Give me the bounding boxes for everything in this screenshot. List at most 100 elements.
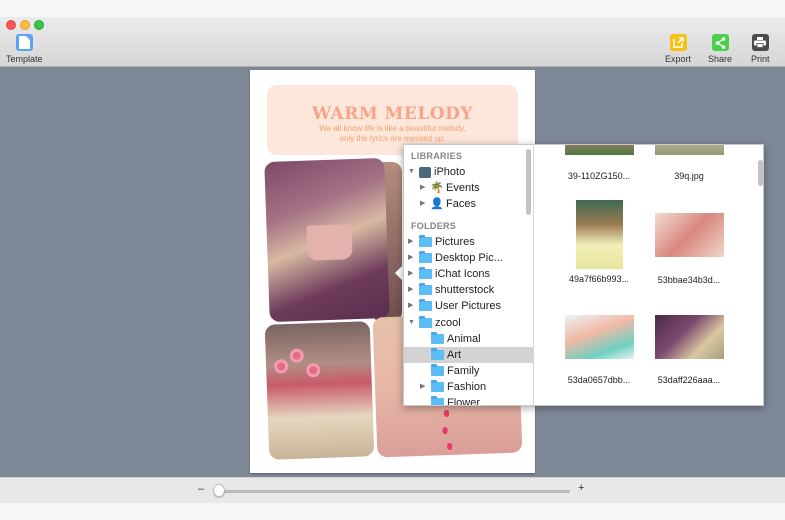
folder-label: shutterstock	[435, 284, 495, 297]
disclosure-collapsed-icon[interactable]: ▶	[408, 250, 413, 266]
folder-item[interactable]: ▶ User Pictures	[404, 298, 533, 314]
palm-tree-icon: 🌴	[430, 182, 444, 195]
zoom-window-button[interactable]	[34, 20, 44, 30]
person-icon: 👤	[430, 198, 444, 211]
folder-item[interactable]: ▶ iChat Icons	[404, 266, 533, 282]
template-button[interactable]: Template	[6, 34, 43, 64]
folder-item[interactable]: Family	[404, 363, 533, 379]
flower-detail	[306, 362, 321, 378]
folder-item[interactable]: Animal	[404, 331, 533, 347]
thumbnail-label: 39q.jpg	[674, 171, 704, 181]
folder-label: User Pictures	[435, 300, 502, 313]
nail-detail	[442, 427, 448, 435]
folder-list: ▶ Pictures ▶ Desktop Pic... ▶ iChat Icons ▶ shu…	[404, 234, 533, 405]
folder-label: Animal	[447, 332, 481, 345]
export-button[interactable]: Export	[665, 34, 691, 64]
library-item-faces[interactable]: ▶ 👤 Faces	[404, 196, 533, 212]
disclosure-collapsed-icon[interactable]: ▶	[408, 234, 413, 250]
zoom-out-button[interactable]: –	[198, 483, 204, 495]
disclosure-collapsed-icon[interactable]: ▶	[420, 196, 425, 212]
folder-icon	[419, 266, 432, 279]
thumbnail-label: 53bbae34b3d...	[657, 275, 721, 285]
thumbnail-item[interactable]: 53bbae34b3d...	[639, 200, 739, 285]
source-list-scrollbar[interactable]	[526, 149, 531, 215]
zoom-slider-track[interactable]	[217, 490, 570, 493]
folder-item[interactable]: ▶ Desktop Pic...	[404, 250, 533, 266]
template-icon	[15, 34, 33, 51]
folder-icon	[419, 283, 432, 296]
folder-icon	[419, 234, 432, 247]
folder-item[interactable]: ▼ zcool	[404, 315, 533, 331]
folder-label: iChat Icons	[435, 267, 491, 280]
thumbnail-item[interactable]: 53daff226aaa...	[639, 315, 739, 385]
folder-icon	[431, 380, 444, 393]
disclosure-expanded-icon[interactable]: ▼	[408, 315, 415, 331]
zoom-bar: – +	[0, 477, 785, 503]
folder-item[interactable]: ▶ Fashion	[404, 379, 533, 395]
photo-slot-cup[interactable]	[264, 157, 390, 323]
thumbnail-item[interactable]: 53da0657dbb...	[549, 315, 649, 385]
page-subtitle-line1: We all know life is like a beautiful mel…	[319, 124, 466, 133]
print-label: Print	[751, 54, 770, 64]
page-subtitle-line2: only the lyrics are messed up.	[339, 134, 446, 143]
thumbnail-image	[564, 315, 634, 359]
library-item-events[interactable]: ▶ 🌴 Events	[404, 180, 533, 196]
share-button[interactable]: Share	[708, 34, 732, 64]
folder-icon	[419, 315, 432, 328]
folder-icon	[419, 299, 432, 312]
share-label: Share	[708, 54, 733, 64]
source-list: LIBRARIES ▼ iPhoto ▶ 🌴 Events ▶ 👤 Faces …	[404, 145, 534, 405]
thumbnail-label: 53da0657dbb...	[567, 375, 631, 385]
folder-label: Fashion	[447, 381, 487, 394]
toolbar: Template Export Share Print	[0, 17, 785, 67]
disclosure-collapsed-icon[interactable]: ▶	[420, 180, 425, 196]
folder-item[interactable]: ▶ Pictures	[404, 234, 533, 250]
folder-icon	[431, 331, 444, 344]
print-icon	[751, 34, 769, 51]
folder-label: Art	[447, 348, 462, 361]
export-label: Export	[665, 54, 692, 64]
folder-label: Family	[447, 365, 480, 378]
cup-image-detail	[306, 224, 353, 261]
folder-label: Desktop Pic...	[435, 251, 503, 264]
library-label: Events	[446, 182, 480, 195]
disclosure-collapsed-icon[interactable]: ▶	[408, 282, 413, 298]
thumbnail-image	[575, 200, 623, 269]
photo-slot-flowers[interactable]	[264, 321, 375, 460]
folder-label: zcool	[435, 316, 461, 329]
folder-icon	[419, 250, 432, 263]
folders-header: FOLDERS	[411, 220, 457, 231]
folder-item[interactable]: Flower	[404, 395, 533, 405]
thumbnail-label: 39-110ZG150...	[567, 171, 631, 181]
nail-detail	[443, 409, 450, 418]
library-item-iphoto[interactable]: ▼ iPhoto	[404, 164, 533, 180]
folder-label: Pictures	[435, 235, 475, 248]
thumbnail-image	[654, 213, 724, 257]
minimize-button[interactable]	[20, 20, 30, 30]
disclosure-collapsed-icon[interactable]: ▶	[408, 298, 413, 314]
thumbnail-item[interactable]: 49a7f66b993...	[549, 200, 649, 284]
thumbnail-image	[654, 315, 724, 359]
zoom-in-button[interactable]: +	[578, 482, 584, 494]
zoom-slider-knob[interactable]	[213, 484, 225, 497]
thumbnail-item[interactable]: 39q.jpg	[639, 145, 739, 181]
library-label: Faces	[446, 198, 476, 211]
disclosure-collapsed-icon[interactable]: ▶	[408, 266, 413, 282]
thumbnail-image	[564, 145, 634, 155]
folder-item[interactable]: ▶ shutterstock	[404, 282, 533, 298]
folder-item[interactable]: Art	[404, 346, 533, 364]
thumbnail-label: 53daff226aaa...	[657, 375, 721, 385]
thumbnail-item[interactable]: 39-110ZG150...	[549, 145, 649, 181]
disclosure-collapsed-icon[interactable]: ▶	[420, 379, 425, 395]
share-icon	[711, 34, 729, 51]
thumbnail-scrollbar[interactable]	[758, 160, 763, 186]
template-label: Template	[6, 54, 43, 64]
folder-icon	[431, 396, 444, 405]
folder-icon	[431, 347, 444, 360]
thumbnail-label: 49a7f66b993...	[568, 274, 630, 284]
print-button[interactable]: Print	[751, 34, 770, 64]
disclosure-expanded-icon[interactable]: ▼	[408, 164, 415, 180]
library-label: iPhoto	[434, 166, 466, 178]
nail-detail	[447, 442, 453, 451]
close-button[interactable]	[6, 20, 16, 30]
